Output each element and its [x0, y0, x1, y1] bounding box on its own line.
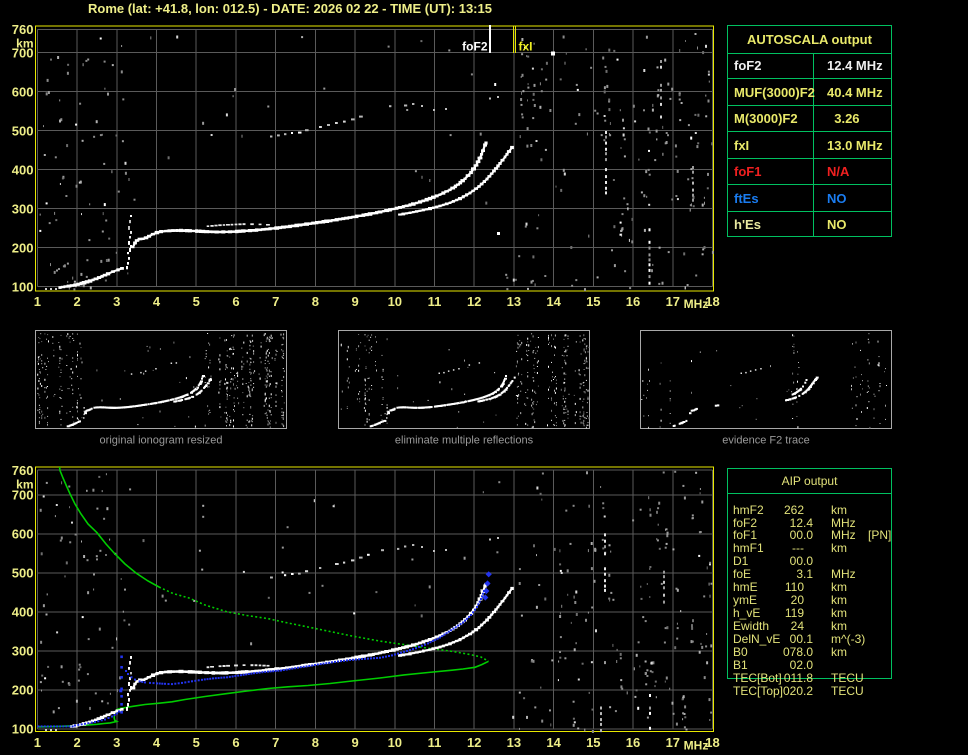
svg-text:km: km [16, 37, 33, 51]
svg-text:11: 11 [428, 735, 442, 750]
svg-text:14: 14 [546, 735, 561, 750]
svg-text:600: 600 [12, 84, 34, 99]
svg-text:760: 760 [12, 22, 34, 37]
svg-text:15: 15 [586, 735, 600, 750]
svg-text:500: 500 [12, 566, 34, 581]
svg-text:foF2: foF2 [462, 40, 488, 54]
svg-text:3: 3 [113, 294, 120, 309]
svg-text:7: 7 [272, 294, 279, 309]
svg-text:2: 2 [73, 294, 80, 309]
svg-text:evidence F2 trace: evidence F2 trace [722, 435, 809, 447]
svg-text:17: 17 [666, 735, 680, 750]
svg-text:2: 2 [73, 735, 80, 750]
svg-text:13: 13 [507, 294, 521, 309]
svg-text:8: 8 [312, 294, 319, 309]
svg-text:600: 600 [12, 527, 34, 542]
svg-text:original ionogram resized: original ionogram resized [100, 435, 223, 447]
svg-text:760: 760 [12, 463, 34, 478]
svg-text:8: 8 [312, 735, 319, 750]
svg-text:16: 16 [626, 735, 640, 750]
svg-text:4: 4 [153, 294, 161, 309]
svg-text:5: 5 [193, 294, 200, 309]
svg-text:6: 6 [232, 735, 239, 750]
svg-text:17: 17 [666, 294, 680, 309]
svg-text:12: 12 [467, 735, 481, 750]
svg-text:10: 10 [388, 735, 402, 750]
svg-text:1: 1 [34, 294, 41, 309]
svg-text:16: 16 [626, 294, 640, 309]
svg-text:3: 3 [113, 735, 120, 750]
svg-text:400: 400 [12, 162, 34, 177]
svg-text:15: 15 [586, 294, 600, 309]
svg-text:5: 5 [193, 735, 200, 750]
svg-text:100: 100 [12, 279, 34, 294]
svg-text:200: 200 [12, 683, 34, 698]
svg-text:7: 7 [272, 735, 279, 750]
svg-text:4: 4 [153, 735, 161, 750]
svg-text:14: 14 [546, 294, 561, 309]
svg-text:300: 300 [12, 644, 34, 659]
svg-text:10: 10 [388, 294, 402, 309]
svg-text:11: 11 [428, 294, 442, 309]
svg-text:12: 12 [467, 294, 481, 309]
svg-text:9: 9 [351, 294, 358, 309]
svg-text:300: 300 [12, 201, 34, 216]
svg-text:1: 1 [34, 735, 41, 750]
svg-text:9: 9 [351, 735, 358, 750]
svg-text:6: 6 [232, 294, 239, 309]
svg-text:500: 500 [12, 123, 34, 138]
svg-text:200: 200 [12, 240, 34, 255]
svg-text:400: 400 [12, 605, 34, 620]
svg-text:eliminate multiple reflections: eliminate multiple reflections [395, 435, 534, 447]
svg-text:km: km [16, 478, 33, 492]
svg-text:MHz: MHz [684, 739, 709, 753]
svg-text:100: 100 [12, 722, 34, 737]
svg-text:MHz: MHz [684, 297, 709, 311]
svg-text:fxI: fxI [519, 40, 533, 54]
svg-text:13: 13 [507, 735, 521, 750]
